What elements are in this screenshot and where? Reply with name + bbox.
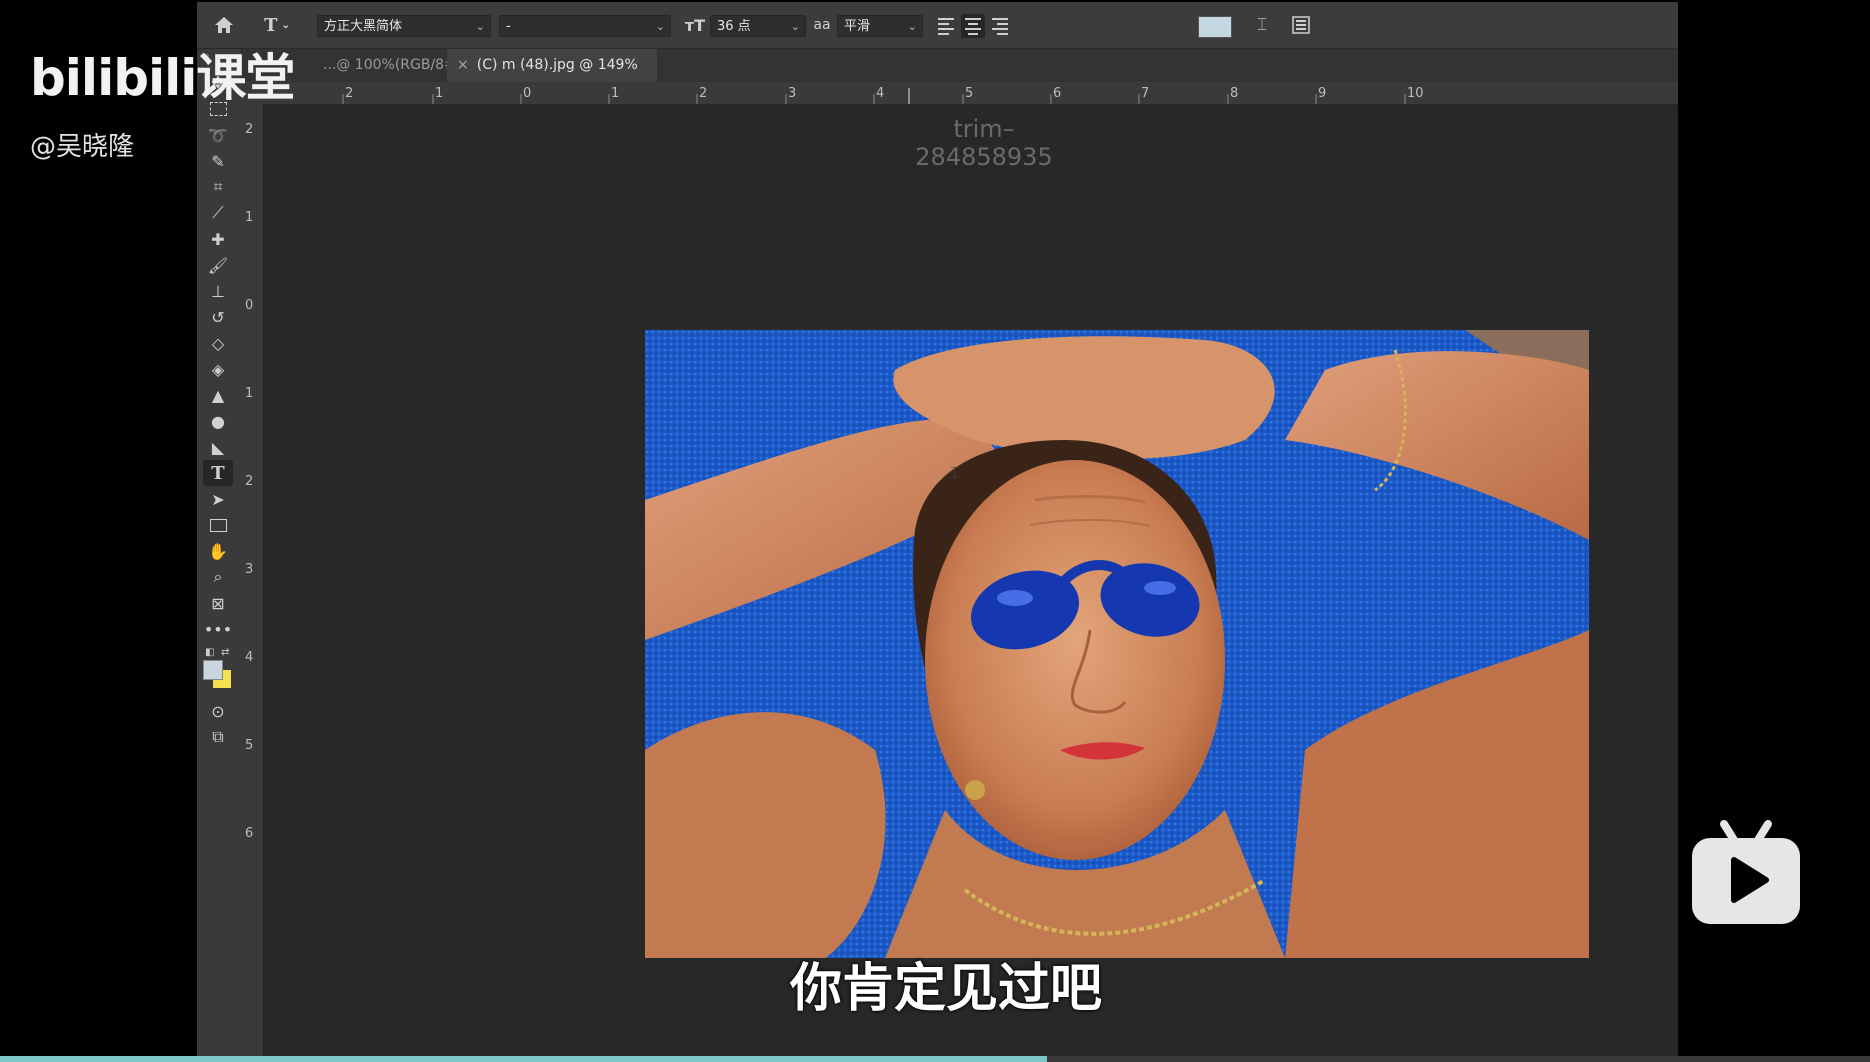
align-center-icon[interactable] <box>961 14 985 38</box>
text-color-swatch[interactable] <box>1198 16 1232 38</box>
ruler-tick: 0 <box>523 86 532 101</box>
text-cursor-icon: ⌶ <box>950 463 960 482</box>
lasso-tool-icon[interactable]: ➰ <box>203 122 233 148</box>
font-size-icon: тT <box>684 15 706 35</box>
font-style-select[interactable]: - ⌄ <box>499 15 671 37</box>
type-tool-icon[interactable]: T <box>203 460 233 486</box>
ruler-tick: 7 <box>1141 86 1150 101</box>
antialias-label: aa <box>813 17 831 33</box>
ruler-tick: 2 <box>245 122 254 137</box>
eraser-tool-icon[interactable]: ◇ <box>203 330 233 356</box>
ruler-tick: 5 <box>245 738 254 753</box>
tab-label: ...@ 100%(RGB/8#) <box>323 57 462 73</box>
video-subtitle: 你肯定见过吧 <box>0 946 1870 1021</box>
ruler-tick: 6 <box>1053 86 1062 101</box>
tab-close-icon[interactable]: × <box>457 57 469 73</box>
home-icon[interactable] <box>209 10 239 40</box>
quick-mask-icon[interactable]: ⊙ <box>203 698 233 724</box>
more-tools-icon[interactable]: ••• <box>203 616 233 642</box>
align-right-icon[interactable] <box>988 14 1012 38</box>
canvas-area[interactable]: trim– 284858935 ⌶ <box>264 105 1678 1058</box>
bilibili-tv-icon <box>1690 820 1802 928</box>
ruler-tick: 1 <box>611 86 620 101</box>
character-panel-icon[interactable] <box>1288 10 1314 40</box>
ruler-tick: 1 <box>435 86 444 101</box>
document-tabs: ...@ 100%(RGB/8#) × (C) m (48).jpg @ 149%… <box>197 49 1678 106</box>
ruler-tick: 2 <box>345 86 354 101</box>
history-brush-tool-icon[interactable]: ↺ <box>203 304 233 330</box>
foreground-color-swatch[interactable] <box>203 660 223 680</box>
hand-tool-icon[interactable]: ✋ <box>203 538 233 564</box>
text-tool-preset-icon[interactable]: T ⌄ <box>255 10 299 40</box>
pen-tool-icon[interactable]: ◣ <box>203 434 233 460</box>
ruler-tick: 10 <box>1407 86 1424 101</box>
photoshop-window: T ⌄ ↓T 方正大黑简体⌄ -⌄ тT 36 点⌄ aa 平滑⌄ ⌶ ...@… <box>197 2 1678 1058</box>
warp-text-icon[interactable]: ⌶ <box>1249 10 1275 40</box>
rectangle-tool-icon[interactable] <box>203 512 233 538</box>
healing-brush-tool-icon[interactable]: ✚ <box>203 226 233 252</box>
ruler-tick: 3 <box>788 86 797 101</box>
playback-progress-fill <box>0 1056 1048 1062</box>
ruler-tick: 1 <box>245 210 254 225</box>
tools-panel: » ✥ ➰ ✎ ⌗ ⟋ ✚ 🖌 ⊥ ↺ ◇ ◈ ▲ ● ◣ T ➤ ✋ ⌕ ⊠ … <box>197 49 242 1058</box>
antialias-icon: aa <box>809 10 835 40</box>
ruler-tick: 2 <box>245 474 254 489</box>
frame-tool-icon[interactable]: ⊠ <box>203 590 233 616</box>
font-family-value: 方正大黑简体 <box>324 19 403 34</box>
options-bar: T ⌄ ↓T 方正大黑简体⌄ -⌄ тT 36 点⌄ aa 平滑⌄ ⌶ <box>197 2 1678 49</box>
zoom-tool-icon[interactable]: ⌕ <box>203 564 233 590</box>
ruler-tick: 0 <box>245 298 254 313</box>
font-size-value: 36 点 <box>717 19 751 34</box>
eyedropper-tool-icon[interactable]: ⟋ <box>203 200 233 226</box>
font-style-value: - <box>506 19 511 34</box>
ruler-tick: 2 <box>699 86 708 101</box>
font-family-select[interactable]: 方正大黑简体 ⌄ <box>317 15 491 37</box>
trim-label-line-2: 284858935 <box>915 143 1053 171</box>
paint-bucket-tool-icon[interactable]: ◈ <box>203 356 233 382</box>
ruler-tick: 1 <box>245 386 254 401</box>
brush-tool-icon[interactable]: 🖌 <box>203 252 233 278</box>
trim-label: trim– 284858935 <box>884 115 1084 171</box>
align-left-icon[interactable] <box>934 14 958 38</box>
uploader-handle: @吴晓隆 <box>30 132 135 162</box>
ruler-tick: 4 <box>245 650 254 665</box>
default-colors-icon[interactable]: ◧ <box>205 647 214 658</box>
tab-document-2[interactable]: ×(C) m (48).jpg @ 149%(RGB/8) <box>447 49 657 106</box>
ruler-tick: 4 <box>876 86 885 101</box>
ruler-tick: 3 <box>245 562 254 577</box>
bilibili-classroom-logo: bilibili课堂 <box>30 49 295 107</box>
dodge-tool-icon[interactable]: ● <box>203 408 233 434</box>
trim-label-line-1: trim– <box>953 115 1015 143</box>
path-selection-tool-icon[interactable]: ➤ <box>203 486 233 512</box>
horizontal-ruler: 2 1 0 1 2 3 4 5 6 7 8 9 10 <box>241 82 1678 105</box>
crop-tool-icon[interactable]: ⌗ <box>203 174 233 200</box>
document-image[interactable] <box>645 330 1589 958</box>
blur-tool-icon[interactable]: ▲ <box>203 382 233 408</box>
clone-stamp-tool-icon[interactable]: ⊥ <box>203 278 233 304</box>
ruler-tick: 9 <box>1318 86 1327 101</box>
playback-progress-bar[interactable] <box>0 1056 1870 1062</box>
ruler-tick: 6 <box>245 826 254 841</box>
antialias-select[interactable]: 平滑 ⌄ <box>837 15 923 37</box>
vertical-ruler: 2 1 0 1 2 3 4 5 6 <box>241 104 264 1058</box>
ruler-tick: 5 <box>965 86 974 101</box>
quick-selection-tool-icon[interactable]: ✎ <box>203 148 233 174</box>
swap-colors-icon[interactable]: ⇄ <box>221 647 229 658</box>
font-size-select[interactable]: 36 点 ⌄ <box>710 15 806 37</box>
antialias-value: 平滑 <box>844 19 871 34</box>
subtitle-text: 你肯定见过吧 <box>789 959 1102 1019</box>
screen-mode-icon[interactable]: ⧉ <box>203 724 233 750</box>
ruler-tick: 8 <box>1230 86 1239 101</box>
